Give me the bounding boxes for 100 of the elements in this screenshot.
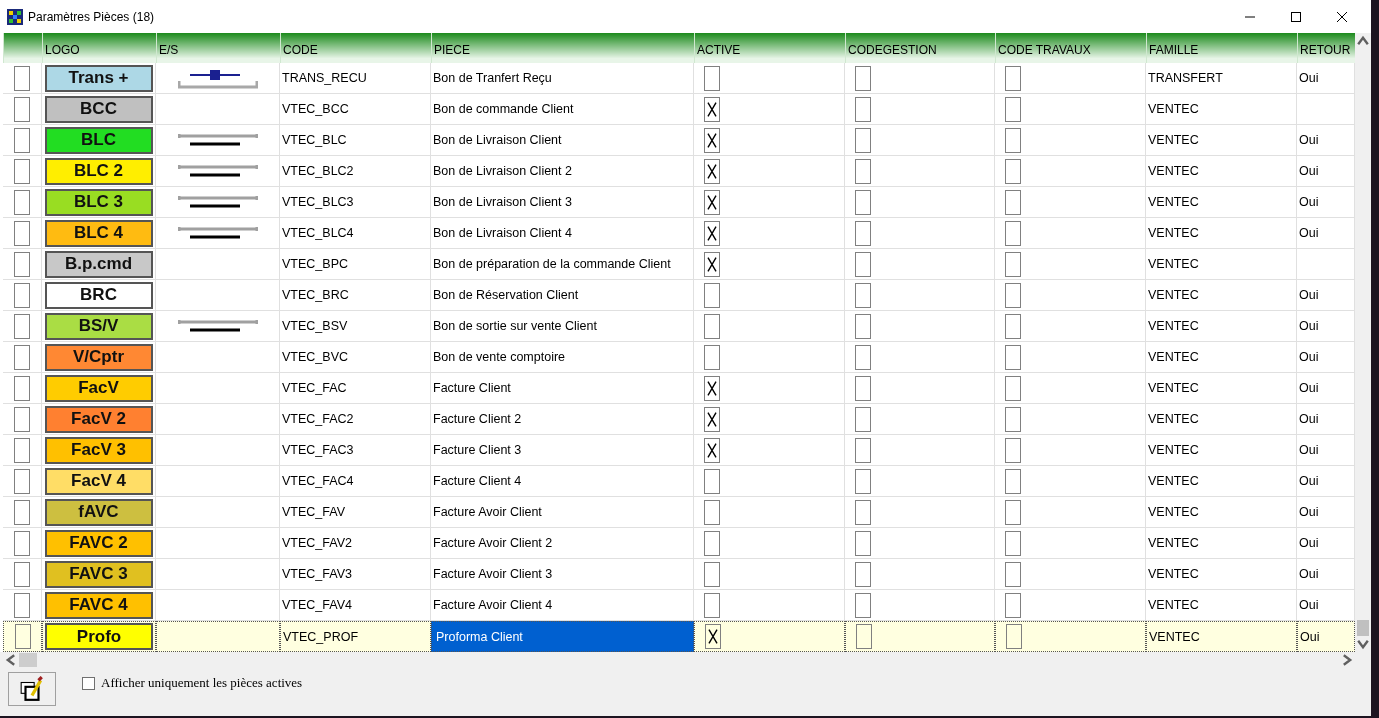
checkbox[interactable]	[1006, 624, 1022, 649]
checkbox[interactable]	[14, 468, 30, 494]
column-header[interactable]: FAMILLE	[1146, 33, 1297, 63]
checkbox[interactable]	[1005, 65, 1021, 91]
table-cell: VTEC_BPC	[280, 249, 431, 280]
checkbox[interactable]	[855, 65, 871, 91]
column-header[interactable]: ACTIVE	[694, 33, 845, 63]
checkbox[interactable]	[14, 624, 31, 649]
checkbox[interactable]	[855, 313, 871, 339]
checkbox[interactable]	[1005, 313, 1021, 339]
checkbox[interactable]	[855, 468, 871, 494]
checkbox[interactable]	[704, 468, 720, 494]
checkbox[interactable]	[14, 437, 30, 463]
checkbox[interactable]	[1005, 468, 1021, 494]
checkbox[interactable]	[704, 65, 720, 91]
checkbox[interactable]	[704, 344, 720, 370]
checkbox[interactable]	[14, 220, 30, 246]
scrollbar-thumb[interactable]	[19, 653, 37, 667]
checkbox[interactable]	[14, 406, 30, 432]
checkbox[interactable]	[1005, 344, 1021, 370]
checkbox[interactable]	[14, 375, 30, 401]
checkbox[interactable]	[1005, 561, 1021, 587]
logo: BLC 2	[44, 157, 153, 185]
checkbox[interactable]	[704, 158, 720, 184]
checkbox[interactable]	[14, 344, 30, 370]
checkbox[interactable]	[855, 220, 871, 246]
checkbox[interactable]	[14, 127, 30, 153]
checkbox[interactable]	[855, 127, 871, 153]
scrollbar-thumb[interactable]	[1357, 620, 1369, 636]
checkbox[interactable]	[1005, 127, 1021, 153]
checkbox[interactable]	[1005, 220, 1021, 246]
checkbox[interactable]	[14, 96, 30, 122]
checkbox[interactable]	[704, 499, 720, 525]
checkbox[interactable]	[704, 189, 720, 215]
checkbox[interactable]	[855, 592, 871, 618]
column-header[interactable]: E/S	[156, 33, 280, 63]
checkbox[interactable]	[1005, 437, 1021, 463]
checkbox[interactable]	[855, 499, 871, 525]
checkbox[interactable]	[855, 251, 871, 277]
checkbox[interactable]	[855, 96, 871, 122]
checkbox[interactable]	[14, 313, 30, 339]
checkbox[interactable]	[1005, 158, 1021, 184]
checkbox[interactable]	[1005, 406, 1021, 432]
checkbox[interactable]	[855, 375, 871, 401]
checkbox[interactable]	[14, 65, 30, 91]
checkbox[interactable]	[14, 499, 30, 525]
checkbox[interactable]	[14, 251, 30, 277]
column-header[interactable]: RETOUR	[1297, 33, 1355, 63]
checkbox[interactable]	[855, 158, 871, 184]
edit-button[interactable]	[8, 672, 56, 706]
checkbox[interactable]	[14, 189, 30, 215]
column-header[interactable]: PIECE	[431, 33, 694, 63]
close-icon[interactable]	[1337, 11, 1347, 22]
column-header[interactable]: CODE TRAVAUX	[995, 33, 1146, 63]
checkbox[interactable]	[704, 437, 720, 463]
checkbox[interactable]	[704, 375, 720, 401]
checkbox[interactable]	[1005, 282, 1021, 308]
checkbox[interactable]	[704, 530, 720, 556]
checkbox[interactable]	[1005, 251, 1021, 277]
checkbox[interactable]	[704, 220, 720, 246]
checkbox[interactable]	[1005, 375, 1021, 401]
vertical-scrollbar[interactable]	[1355, 33, 1371, 652]
logo: FacV 4	[44, 467, 153, 495]
checkbox[interactable]	[1005, 96, 1021, 122]
checkbox[interactable]	[704, 96, 720, 122]
checkbox[interactable]	[704, 313, 720, 339]
column-header[interactable]: CODEGESTION	[845, 33, 995, 63]
checkbox[interactable]	[14, 592, 30, 618]
checkbox[interactable]	[855, 189, 871, 215]
logo: FacV 3	[44, 436, 153, 464]
checkbox[interactable]	[1005, 189, 1021, 215]
checkbox[interactable]	[82, 676, 95, 690]
checkbox[interactable]	[705, 624, 721, 649]
checkbox[interactable]	[704, 251, 720, 277]
checkbox-label[interactable]: Afficher uniquement les pièces actives	[101, 675, 303, 691]
column-header[interactable]: LOGO	[42, 33, 156, 63]
table-cell: VENTEC	[1146, 404, 1297, 435]
maximize-icon[interactable]	[1291, 11, 1301, 22]
logo: BRC	[44, 281, 153, 309]
checkbox[interactable]	[855, 561, 871, 587]
checkbox[interactable]	[704, 561, 720, 587]
checkbox[interactable]	[704, 282, 720, 308]
checkbox[interactable]	[1005, 499, 1021, 525]
checkbox[interactable]	[704, 406, 720, 432]
checkbox[interactable]	[14, 158, 30, 184]
checkbox[interactable]	[855, 406, 871, 432]
checkbox[interactable]	[14, 530, 30, 556]
column-header[interactable]: CODE	[280, 33, 431, 63]
checkbox[interactable]	[855, 530, 871, 556]
checkbox[interactable]	[704, 592, 720, 618]
checkbox[interactable]	[856, 624, 872, 649]
checkbox[interactable]	[1005, 592, 1021, 618]
checkbox[interactable]	[855, 344, 871, 370]
checkbox[interactable]	[14, 282, 30, 308]
checkbox[interactable]	[855, 282, 871, 308]
checkbox[interactable]	[855, 437, 871, 463]
checkbox[interactable]	[14, 561, 30, 587]
table-cell: Facture Avoir Client 2	[431, 528, 694, 559]
checkbox[interactable]	[1005, 530, 1021, 556]
checkbox[interactable]	[704, 127, 720, 153]
